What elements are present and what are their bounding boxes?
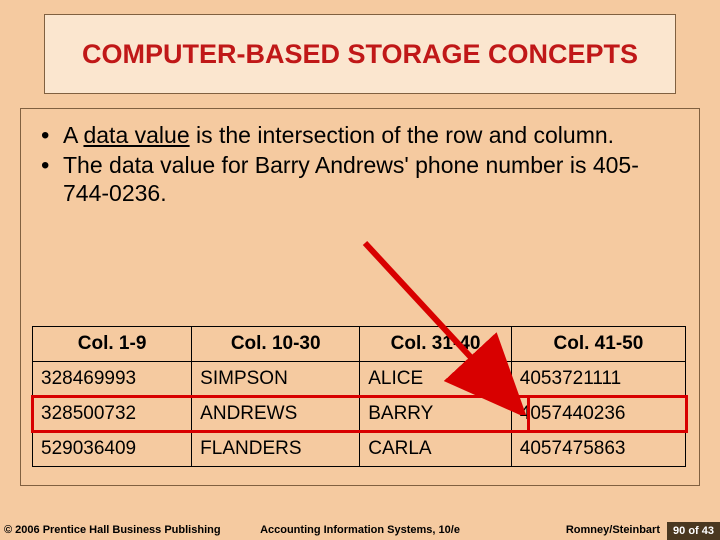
table-row: 529036409 FLANDERS CARLA 4057475863 — [33, 432, 686, 467]
bullet-1-post: is the intersection of the row and colum… — [190, 122, 614, 148]
bullet-1-pre: A — [63, 122, 83, 148]
col-header-4: Col. 41-50 — [511, 327, 685, 362]
cell: FLANDERS — [192, 432, 360, 467]
cell: BARRY — [360, 397, 512, 432]
title-box: COMPUTER-BASED STORAGE CONCEPTS — [44, 14, 676, 94]
slide-title: COMPUTER-BASED STORAGE CONCEPTS — [82, 38, 638, 70]
data-table-wrap: Col. 1-9 Col. 10-30 Col. 31-40 Col. 41-5… — [32, 326, 686, 467]
table-row: 328469993 SIMPSON ALICE 4053721111 — [33, 362, 686, 397]
col-header-2: Col. 10-30 — [192, 327, 360, 362]
cell: SIMPSON — [192, 362, 360, 397]
table-row: 328500732 ANDREWS BARRY 4057440236 — [33, 397, 686, 432]
cell: ALICE — [360, 362, 512, 397]
slide: COMPUTER-BASED STORAGE CONCEPTS A data v… — [0, 0, 720, 540]
cell: 4053721111 — [511, 362, 685, 397]
footer: © 2006 Prentice Hall Business Publishing… — [0, 518, 720, 540]
bullet-list: A data value is the intersection of the … — [39, 121, 681, 207]
bullet-2-text: The data value for Barry Andrews' phone … — [63, 152, 639, 206]
bullet-2: The data value for Barry Andrews' phone … — [39, 151, 681, 207]
cell: CARLA — [360, 432, 512, 467]
cell: 328500732 — [33, 397, 192, 432]
cell: 4057440236 — [511, 397, 685, 432]
bullet-1-underline: data value — [83, 122, 189, 148]
bullet-1: A data value is the intersection of the … — [39, 121, 681, 149]
footer-authors: Romney/Steinbart — [566, 524, 660, 536]
data-table: Col. 1-9 Col. 10-30 Col. 31-40 Col. 41-5… — [32, 326, 686, 467]
cell: 529036409 — [33, 432, 192, 467]
cell: 4057475863 — [511, 432, 685, 467]
cell: ANDREWS — [192, 397, 360, 432]
col-header-3: Col. 31-40 — [360, 327, 512, 362]
footer-page: 90 of 43 — [667, 522, 720, 540]
table-header-row: Col. 1-9 Col. 10-30 Col. 31-40 Col. 41-5… — [33, 327, 686, 362]
col-header-1: Col. 1-9 — [33, 327, 192, 362]
cell: 328469993 — [33, 362, 192, 397]
